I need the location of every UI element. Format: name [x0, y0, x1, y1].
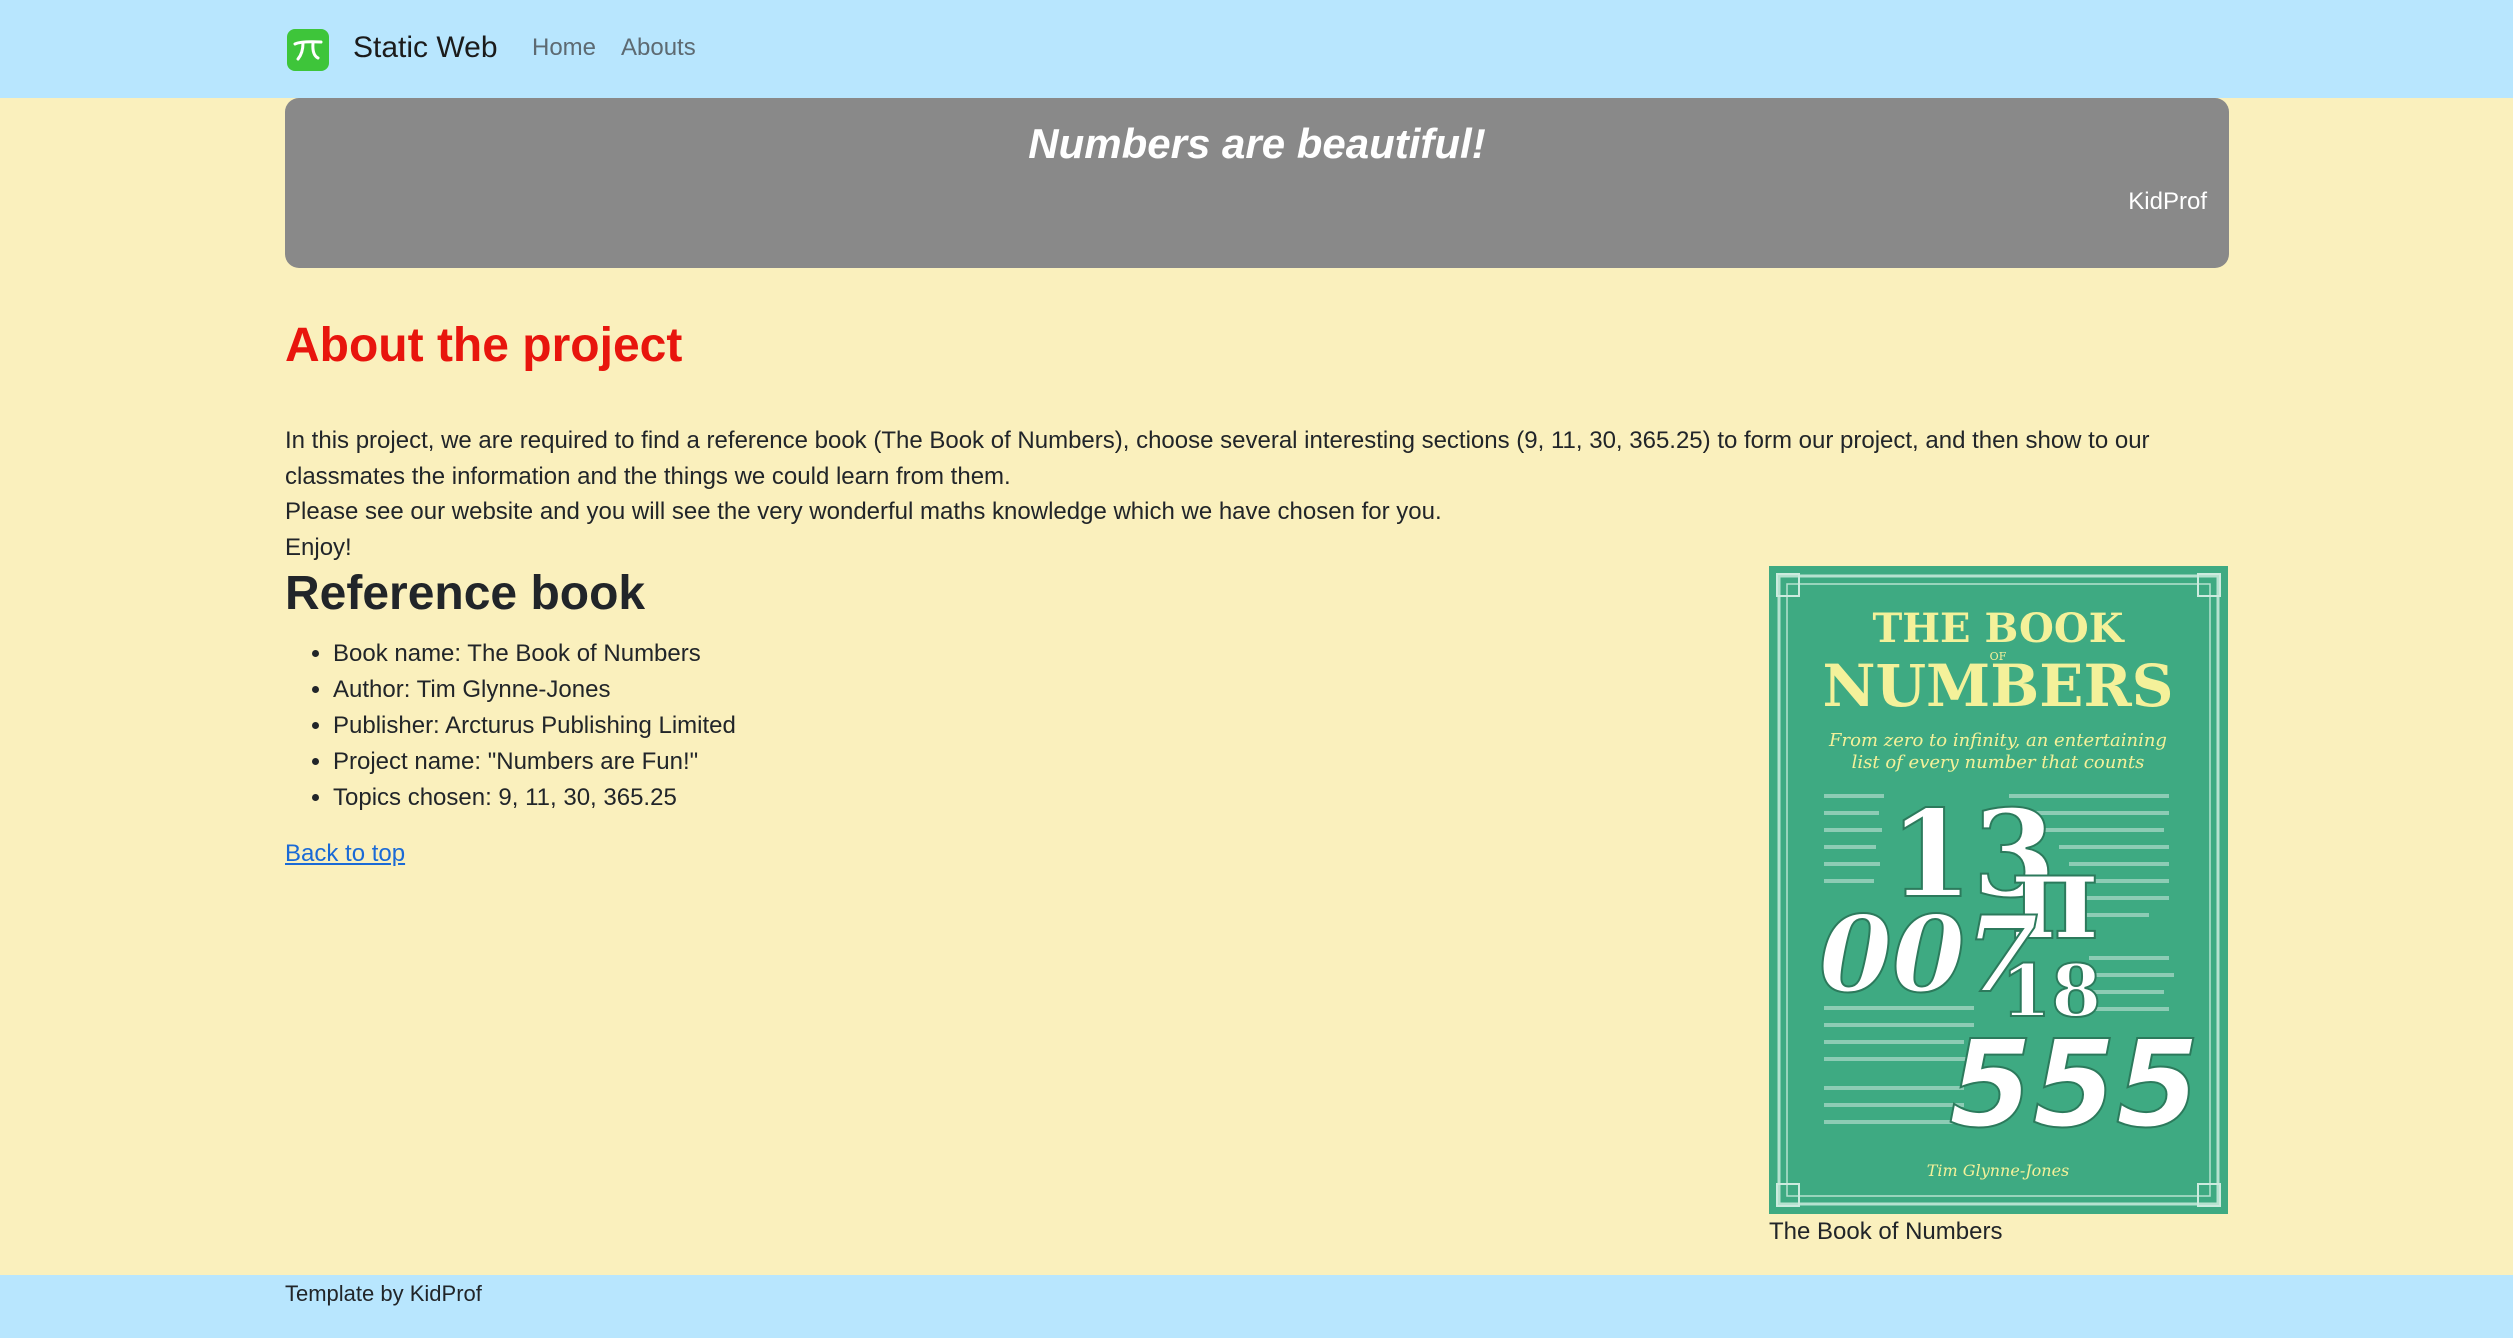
- list-item: Topics chosen: 9, 11, 30, 365.25: [333, 780, 736, 816]
- footer: Template by KidProf: [0, 1275, 2513, 1338]
- cover-subtitle-1: From zero to infinity, an entertaining: [1828, 730, 2167, 751]
- reference-list: Book name: The Book of Numbers Author: T…: [285, 636, 736, 816]
- banner-author: KidProf: [2128, 188, 2207, 215]
- pi-icon[interactable]: [287, 29, 329, 71]
- cover-author: Tim Glynne-Jones: [1927, 1161, 2070, 1180]
- about-paragraph: Please see our website and you will see …: [285, 498, 1442, 525]
- list-item: Project name: "Numbers are Fun!": [333, 744, 736, 780]
- list-item: Author: Tim Glynne-Jones: [333, 672, 736, 708]
- cover-caption: The Book of Numbers: [1769, 1218, 2003, 1245]
- reference-heading: Reference book: [285, 567, 646, 620]
- nav-abouts-link[interactable]: Abouts: [621, 32, 696, 64]
- list-item: Book name: The Book of Numbers: [333, 636, 736, 672]
- about-paragraph: Enjoy!: [285, 534, 352, 561]
- book-cover-image: THE BOOK OF NUMBERS From zero to infinit…: [1769, 566, 2228, 1214]
- cover-number-555: 555: [1949, 1016, 2200, 1155]
- list-item: Publisher: Arcturus Publishing Limited: [333, 708, 736, 744]
- cover-title-top: THE BOOK: [1873, 605, 2125, 652]
- book-cover-art: THE BOOK OF NUMBERS From zero to infinit…: [1769, 566, 2228, 1214]
- navbar: Static Web Home Abouts: [0, 0, 2513, 98]
- about-paragraph: In this project, we are required to find…: [285, 427, 2150, 490]
- footer-text: Template by KidProf: [285, 1281, 482, 1306]
- brand-name[interactable]: Static Web: [353, 28, 498, 68]
- banner-quote: Numbers are beautiful!: [1028, 120, 1486, 167]
- quote-banner: Numbers are beautiful! KidProf: [285, 98, 2229, 268]
- cover-title-main: NUMBERS: [1822, 652, 2173, 720]
- about-heading: About the project: [285, 319, 683, 372]
- pi-glyph: [293, 40, 323, 61]
- nav-home-link[interactable]: Home: [532, 32, 596, 64]
- back-to-top-link[interactable]: Back to top: [285, 840, 405, 868]
- cover-subtitle-2: list of every number that counts: [1852, 752, 2145, 773]
